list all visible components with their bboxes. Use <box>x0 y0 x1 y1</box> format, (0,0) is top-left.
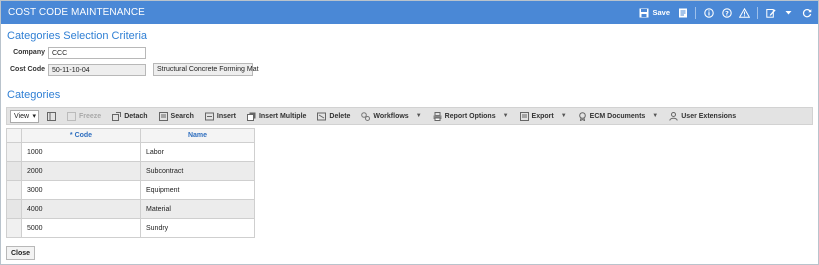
insert-multiple-label: Insert Multiple <box>258 112 307 120</box>
grid-toolbar: View ▾ Freeze Detach Search Insert Inser… <box>6 107 813 125</box>
freeze-button[interactable]: Freeze <box>67 111 102 121</box>
cell-code[interactable]: 2000 <box>21 161 141 181</box>
insert-button[interactable]: Insert <box>204 112 236 121</box>
refresh-icon[interactable] <box>801 7 812 18</box>
cell-name[interactable]: Subcontract <box>140 161 255 181</box>
export-label: Export <box>531 112 554 120</box>
search-button[interactable]: Search <box>158 111 194 121</box>
column-chooser-button[interactable] <box>47 111 56 121</box>
row-selector[interactable] <box>6 218 22 238</box>
cell-name[interactable]: Material <box>140 199 255 219</box>
table-row[interactable]: 2000 Subcontract <box>6 161 255 181</box>
chevron-down-icon: ▼ <box>560 113 567 119</box>
column-chooser-icon <box>47 111 56 121</box>
delete-icon <box>317 112 327 121</box>
grid-header-row: * Code Name <box>6 128 255 143</box>
notes-icon[interactable] <box>677 7 688 18</box>
user-extensions-label: User Extensions <box>681 112 737 120</box>
cost-code-description: Structural Concrete Forming Mat <box>153 63 259 76</box>
workflows-button[interactable]: Workflows ▼ <box>361 111 422 121</box>
company-input[interactable] <box>48 47 146 59</box>
row-selector[interactable] <box>6 142 22 162</box>
workflows-label: Workflows <box>373 112 409 120</box>
categories-grid: * Code Name 1000 Labor 2000 Subcontract … <box>6 128 255 238</box>
svg-text:?: ? <box>725 9 729 17</box>
column-header-code[interactable]: * Code <box>21 128 141 143</box>
insert-icon <box>204 112 214 121</box>
toolbar-separator <box>695 6 696 19</box>
cell-name[interactable]: Equipment <box>140 180 255 200</box>
close-button[interactable]: Close <box>6 246 36 260</box>
row-selector-header[interactable] <box>6 128 22 143</box>
save-button[interactable]: Save <box>638 7 670 18</box>
cost-code-input[interactable] <box>48 64 146 76</box>
cell-code[interactable]: 5000 <box>21 218 141 238</box>
detach-label: Detach <box>124 112 148 120</box>
ecm-documents-icon <box>578 111 587 121</box>
row-selector[interactable] <box>6 161 22 181</box>
table-row[interactable]: 5000 Sundry <box>6 218 255 238</box>
company-label: Company <box>13 49 45 56</box>
table-row[interactable]: 1000 Labor <box>6 142 255 162</box>
cell-code[interactable]: 1000 <box>21 142 141 162</box>
chevron-down-icon: ▼ <box>652 113 659 119</box>
title-bar: COST CODE MAINTENANCE Save ? <box>1 1 818 24</box>
workflows-icon <box>361 111 371 121</box>
cell-code[interactable]: 4000 <box>21 199 141 219</box>
cell-name[interactable]: Labor <box>140 142 255 162</box>
detach-button[interactable]: Detach <box>112 111 148 121</box>
delete-label: Delete <box>329 112 351 120</box>
app-window: COST CODE MAINTENANCE Save ? Categories … <box>0 0 819 265</box>
categories-heading: Categories <box>7 89 61 101</box>
cost-code-label: Cost Code <box>10 66 45 73</box>
cell-name[interactable]: Sundry <box>140 218 255 238</box>
view-select-label: View <box>14 112 30 120</box>
delete-button[interactable]: Delete <box>317 112 350 121</box>
insert-multiple-button[interactable]: Insert Multiple <box>246 112 307 121</box>
save-label: Save <box>652 8 670 17</box>
window-title: COST CODE MAINTENANCE <box>8 7 145 18</box>
report-options-button[interactable]: Report Options ▼ <box>433 111 509 121</box>
table-row[interactable]: 4000 Material <box>6 199 255 219</box>
insert-multiple-icon <box>246 112 256 121</box>
detach-icon <box>112 111 122 121</box>
row-selector[interactable] <box>6 180 22 200</box>
toolbar-separator <box>757 6 758 19</box>
export-icon <box>519 111 529 121</box>
column-header-name[interactable]: Name <box>140 128 255 143</box>
user-extensions-icon <box>669 111 678 121</box>
search-icon <box>158 111 168 121</box>
edit-icon[interactable] <box>765 7 776 18</box>
freeze-label: Freeze <box>79 112 102 120</box>
insert-label: Insert <box>216 112 236 120</box>
chevron-down-icon[interactable] <box>783 7 794 18</box>
chevron-down-icon: ▼ <box>415 113 422 119</box>
search-label: Search <box>170 112 194 120</box>
help-icon[interactable]: ? <box>721 7 732 18</box>
row-selector[interactable] <box>6 199 22 219</box>
user-extensions-button[interactable]: User Extensions <box>669 111 737 121</box>
chevron-down-icon: ▼ <box>502 113 509 119</box>
ecm-documents-button[interactable]: ECM Documents ▼ <box>578 111 659 121</box>
warning-icon[interactable] <box>739 7 750 18</box>
save-icon <box>638 7 649 18</box>
export-button[interactable]: Export ▼ <box>519 111 567 121</box>
printer-icon <box>433 111 442 121</box>
report-options-label: Report Options <box>444 112 496 120</box>
table-row[interactable]: 3000 Equipment <box>6 180 255 200</box>
ecm-documents-label: ECM Documents <box>589 112 646 120</box>
info-icon[interactable] <box>703 7 714 18</box>
chevron-down-icon: ▾ <box>32 113 36 120</box>
criteria-heading: Categories Selection Criteria <box>7 30 148 42</box>
view-select[interactable]: View ▾ <box>10 109 39 123</box>
freeze-icon <box>67 111 76 121</box>
title-bar-actions: Save ? <box>638 6 812 19</box>
cell-code[interactable]: 3000 <box>21 180 141 200</box>
